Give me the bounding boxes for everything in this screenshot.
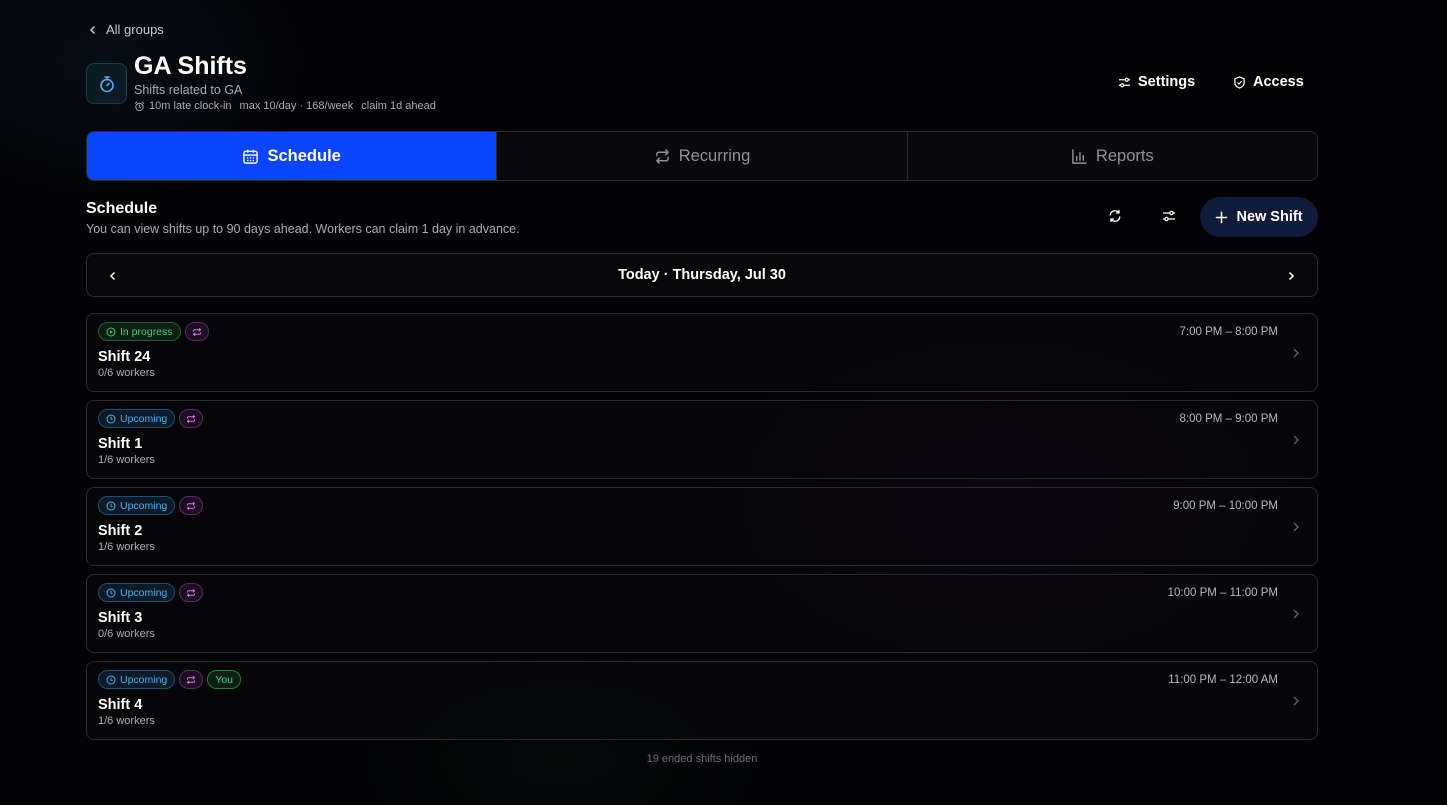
view-tabs: Schedule Recurring Reports <box>86 131 1318 181</box>
recurring-badge <box>179 409 204 428</box>
recurring-badge <box>179 496 204 515</box>
chevron-right-icon <box>1293 435 1299 445</box>
calendar-icon <box>243 149 259 164</box>
sliders-icon <box>1118 77 1131 87</box>
shift-card[interactable]: In progress Shift 24 0/6 workers 7:00 PM… <box>86 313 1318 392</box>
shift-workers: 0/6 workers <box>98 628 155 640</box>
clock-icon <box>106 501 116 510</box>
alarm-clock-icon <box>134 101 145 111</box>
new-shift-button[interactable]: New Shift <box>1200 197 1318 237</box>
stopwatch-icon <box>99 75 114 92</box>
clock-icon <box>106 675 116 684</box>
shift-card[interactable]: Upcoming Shift 3 0/6 workers 10:00 PM – … <box>86 574 1318 653</box>
recurring-badge <box>179 670 204 689</box>
repeat-icon <box>187 414 196 423</box>
shift-name: Shift 3 <box>98 610 143 626</box>
repeat-icon <box>187 501 196 510</box>
repeat-icon <box>187 588 196 597</box>
previous-day-button[interactable] <box>104 267 122 285</box>
group-icon-tile <box>86 63 127 104</box>
shift-card[interactable]: Upcoming Shift 2 1/6 workers 9:00 PM – 1… <box>86 487 1318 566</box>
recurring-badge <box>184 322 209 341</box>
current-date-label: Today · Thursday, Jul 30 <box>618 267 786 283</box>
chevron-right-icon <box>1293 609 1299 619</box>
shift-name: Shift 2 <box>98 523 143 539</box>
status-badge: Upcoming <box>98 496 176 515</box>
shift-workers: 1/6 workers <box>98 715 155 727</box>
shift-workers: 1/6 workers <box>98 541 155 553</box>
schedule-heading: Schedule <box>86 200 158 217</box>
sliders-icon <box>1163 210 1175 222</box>
filter-button[interactable] <box>1157 204 1181 228</box>
shift-name: Shift 1 <box>98 436 143 452</box>
chevron-left-icon <box>89 25 96 34</box>
repeat-icon <box>655 148 669 164</box>
next-day-button[interactable] <box>1282 267 1300 285</box>
clock-icon <box>106 588 116 597</box>
plus-icon <box>1216 211 1228 223</box>
status-badge: Upcoming <box>98 670 176 689</box>
status-badge: Upcoming <box>98 583 176 602</box>
schedule-description: You can view shifts up to 90 days ahead.… <box>86 222 520 236</box>
play-circle-icon <box>106 327 116 336</box>
meta-limits: max 10/day · 168/week <box>239 100 354 112</box>
repeat-icon <box>187 675 196 684</box>
settings-button[interactable]: Settings <box>1118 74 1195 90</box>
shift-name: Shift 24 <box>98 349 151 365</box>
back-link-label: All groups <box>106 22 164 37</box>
shift-time: 11:00 PM – 12:00 AM <box>1168 674 1278 686</box>
shift-card[interactable]: Upcoming You Shift 4 1/6 workers 11:00 P… <box>86 661 1318 740</box>
chevron-left-icon <box>109 271 116 281</box>
chevron-right-icon <box>1293 348 1299 358</box>
access-button[interactable]: Access <box>1233 74 1304 90</box>
status-badge: In progress <box>98 322 181 341</box>
group-meta: 10m late clock-in max 10/day · 168/week … <box>134 100 436 112</box>
tab-recurring[interactable]: Recurring <box>497 132 908 180</box>
clock-icon <box>106 414 116 423</box>
shift-workers: 0/6 workers <box>98 367 155 379</box>
chevron-right-icon <box>1293 522 1299 532</box>
meta-claim: claim 1d ahead <box>361 100 436 112</box>
shift-name: Shift 4 <box>98 697 143 713</box>
bar-chart-icon <box>1072 148 1087 164</box>
shift-time: 9:00 PM – 10:00 PM <box>1173 500 1278 512</box>
repeat-icon <box>192 327 201 336</box>
shift-workers: 1/6 workers <box>98 454 155 466</box>
refresh-button[interactable] <box>1103 204 1127 228</box>
recurring-badge <box>179 583 204 602</box>
meta-late-clock-in: 10m late clock-in <box>134 100 232 112</box>
chevron-right-icon <box>1288 271 1295 281</box>
hidden-shifts-note: 19 ended shifts hidden <box>646 753 758 765</box>
shift-card[interactable]: Upcoming Shift 1 1/6 workers 8:00 PM – 9… <box>86 400 1318 479</box>
page-subtitle: Shifts related to GA <box>134 83 243 97</box>
status-badge: Upcoming <box>98 409 176 428</box>
date-navigator: Today · Thursday, Jul 30 <box>86 253 1318 297</box>
back-link-all-groups[interactable]: All groups <box>88 22 164 37</box>
shield-check-icon <box>1234 75 1245 89</box>
shift-time: 7:00 PM – 8:00 PM <box>1179 326 1278 338</box>
shift-time: 10:00 PM – 11:00 PM <box>1167 587 1278 599</box>
shift-time: 8:00 PM – 9:00 PM <box>1179 413 1278 425</box>
page-title: GA Shifts <box>134 52 247 80</box>
you-badge: You <box>207 670 241 689</box>
tab-schedule[interactable]: Schedule <box>87 132 498 180</box>
tab-reports[interactable]: Reports <box>908 132 1317 180</box>
refresh-icon <box>1109 209 1121 223</box>
chevron-right-icon <box>1293 696 1299 706</box>
